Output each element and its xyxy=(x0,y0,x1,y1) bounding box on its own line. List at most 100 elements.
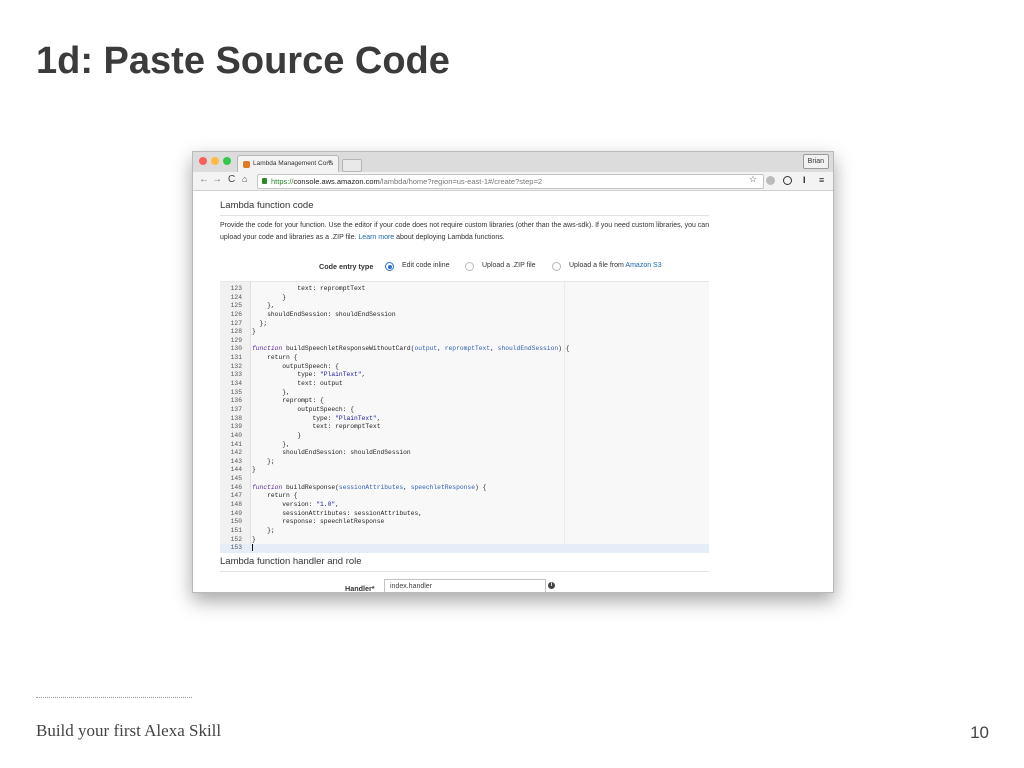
line-number: 129 xyxy=(230,336,242,344)
aws-favicon-icon xyxy=(243,161,250,168)
line-number: 140 xyxy=(230,431,242,439)
star-icon[interactable]: ☆ xyxy=(749,174,757,185)
code-line: 137 outputSpeech: { xyxy=(220,406,709,415)
code-line: 143 }; xyxy=(220,458,709,467)
browser-toolbar: ← → C ⌂ https://console.aws.amazon.com/l… xyxy=(193,172,833,191)
line-number: 146 xyxy=(230,483,242,491)
line-number: 139 xyxy=(230,423,242,431)
code-text: text: output xyxy=(252,380,343,388)
code-param: shouldEndSession xyxy=(497,345,559,353)
code-text-end: ) { xyxy=(558,345,570,353)
address-bar[interactable]: https://console.aws.amazon.com/lambda/ho… xyxy=(257,174,764,189)
menu-icon[interactable]: ≡ xyxy=(819,175,824,185)
description-text-end: about deploying Lambda functions. xyxy=(394,234,505,241)
code-text: return { xyxy=(252,354,298,362)
code-line: 140 } xyxy=(220,432,709,441)
code-text: text: repromptText xyxy=(252,285,366,292)
line-number: 124 xyxy=(230,293,242,301)
line-number: 126 xyxy=(230,310,242,318)
line-number: 151 xyxy=(230,526,242,534)
code-line: 129 xyxy=(220,337,709,346)
home-icon[interactable]: ⌂ xyxy=(242,174,247,184)
zoom-window-button[interactable] xyxy=(223,157,231,165)
minimize-window-button[interactable] xyxy=(211,157,219,165)
code-line: 131 return { xyxy=(220,354,709,363)
line-number: 136 xyxy=(230,397,242,405)
code-line: 138 type: "PlainText", xyxy=(220,415,709,424)
code-text: version: xyxy=(252,501,317,509)
line-number: 153 xyxy=(230,544,242,552)
close-window-button[interactable] xyxy=(199,157,207,165)
radio-edit-inline-label[interactable]: Edit code inline xyxy=(402,262,449,269)
code-line: 144} xyxy=(220,466,709,475)
code-line: 142 shouldEndSession: shouldEndSession xyxy=(220,449,709,458)
code-text: }, xyxy=(252,302,275,310)
line-number: 143 xyxy=(230,457,242,465)
code-text: reprompt: { xyxy=(252,397,324,405)
code-line: 125 }, xyxy=(220,302,709,311)
code-line: 141 }, xyxy=(220,441,709,450)
code-keyword: function xyxy=(252,345,283,353)
code-text: } xyxy=(252,466,256,474)
code-string: "PlainText" xyxy=(335,414,377,422)
handler-label: Handler* xyxy=(345,584,375,593)
learn-more-link[interactable]: Learn more xyxy=(358,234,394,241)
line-number: 141 xyxy=(230,440,242,448)
code-param: sessionAttributes xyxy=(338,483,404,491)
info-extension-icon[interactable] xyxy=(783,176,792,185)
line-number: 123 xyxy=(230,285,242,292)
code-text: response: speechletResponse xyxy=(252,518,385,526)
line-number: 134 xyxy=(230,380,242,388)
amazon-s3-link[interactable]: Amazon S3 xyxy=(625,262,661,269)
section-title-code: Lambda function code xyxy=(220,200,314,211)
radio-upload-s3-label[interactable]: Upload a file from Amazon S3 xyxy=(569,262,662,269)
line-number: 130 xyxy=(230,345,242,353)
line-number: 147 xyxy=(230,492,242,500)
tab-title: Lambda Management Cons xyxy=(253,160,334,167)
info-icon[interactable]: i xyxy=(548,582,555,589)
code-line: 135 }, xyxy=(220,389,709,398)
reload-icon[interactable]: C xyxy=(228,174,235,185)
code-line: 127 }; xyxy=(220,320,709,329)
code-text: text: repromptText xyxy=(252,423,381,431)
radio-edit-inline[interactable] xyxy=(385,262,394,271)
line-number: 127 xyxy=(230,319,242,327)
forward-icon[interactable]: → xyxy=(212,174,222,185)
profile-button[interactable]: Brian xyxy=(802,154,829,169)
code-param: output xyxy=(414,345,438,353)
code-separator: , xyxy=(490,345,498,353)
line-number: 138 xyxy=(230,414,242,422)
code-text: }, xyxy=(252,440,290,448)
s3-option-text: Upload a file from xyxy=(569,262,626,269)
code-text: type: xyxy=(252,414,336,422)
section-divider-2 xyxy=(220,571,709,572)
code-text: }, xyxy=(252,388,290,396)
browser-tab[interactable]: Lambda Management Cons × xyxy=(237,155,339,173)
extension-icon[interactable] xyxy=(766,176,775,185)
code-text: buildSpeechletResponseWithoutCard( xyxy=(282,345,415,353)
code-line: 149 sessionAttributes: sessionAttributes… xyxy=(220,510,709,519)
code-editor[interactable]: 123 text: repromptText 124 } 125 }, 126 sho… xyxy=(220,281,709,553)
line-number: 149 xyxy=(230,509,242,517)
handler-input[interactable]: index.handler xyxy=(384,579,546,592)
radio-upload-zip-label[interactable]: Upload a .ZIP file xyxy=(482,262,536,269)
back-icon[interactable]: ← xyxy=(199,174,209,185)
radio-upload-s3[interactable] xyxy=(552,262,561,271)
radio-upload-zip[interactable] xyxy=(465,262,474,271)
code-text: buildResponse( xyxy=(282,483,339,491)
code-line: 128} xyxy=(220,328,709,337)
tab-close-icon[interactable]: × xyxy=(328,159,332,166)
code-text: }; xyxy=(252,319,268,327)
code-line: 124 } xyxy=(220,294,709,303)
code-param: speechletResponse xyxy=(410,483,475,491)
line-number: 133 xyxy=(230,371,242,379)
code-line: 130 function buildSpeechletResponseWithou… xyxy=(220,345,709,354)
code-line: 151 }; xyxy=(220,527,709,536)
code-keyword: function xyxy=(252,483,283,491)
new-tab-button[interactable] xyxy=(342,159,362,172)
line-number: 125 xyxy=(230,302,242,310)
extension-bar-icon[interactable]: I xyxy=(803,175,806,185)
code-text: } xyxy=(252,535,256,543)
section-title-handler: Lambda function handler and role xyxy=(220,556,362,567)
slide-title: 1d: Paste Source Code xyxy=(36,40,450,82)
